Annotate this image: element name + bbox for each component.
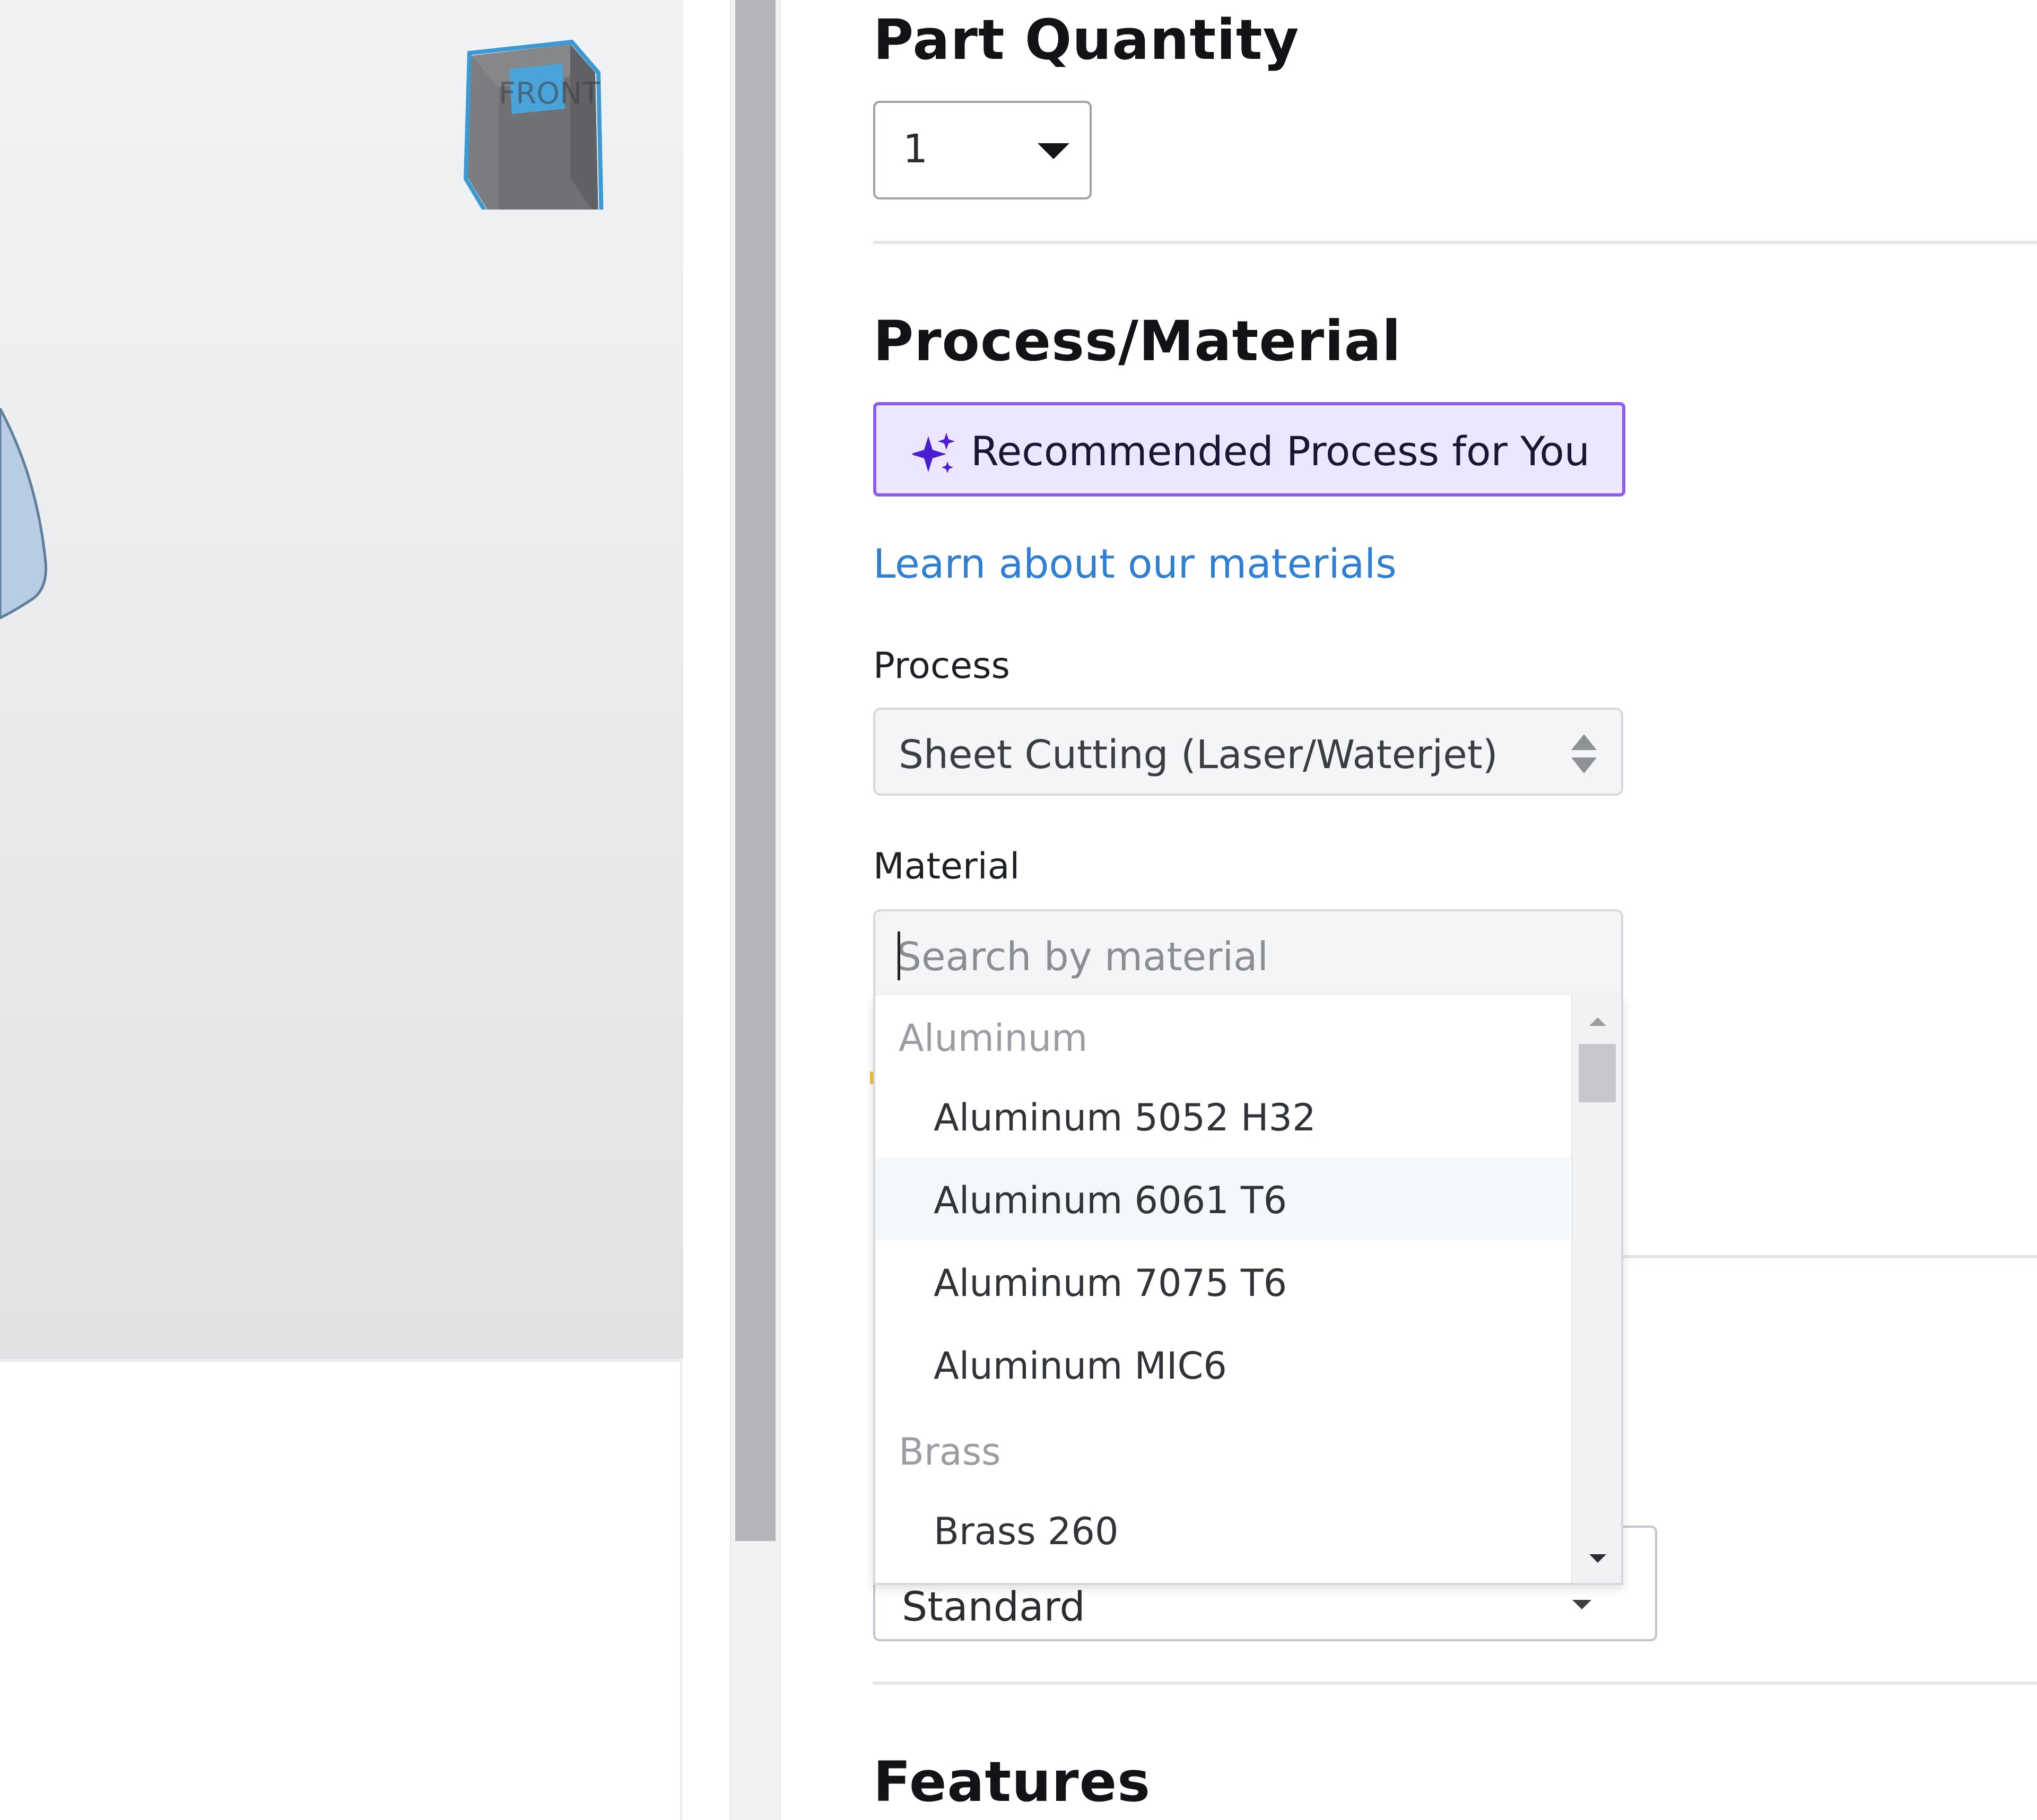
text-cursor (898, 931, 900, 980)
recommended-process-button[interactable]: Recommended Process for You (873, 402, 1625, 497)
scroll-up-arrow-icon[interactable] (1589, 1017, 1606, 1026)
view-cube-face-label: FRONT (499, 76, 600, 111)
dropdown-option[interactable]: Aluminum 5052 H32 (875, 1075, 1570, 1157)
part-quantity-title: Part Quantity (873, 7, 1300, 72)
scroll-down-arrow-icon[interactable] (1589, 1554, 1606, 1563)
dropdown-option-label: Aluminum 5052 H32 (934, 1096, 1316, 1139)
view-cube-icon[interactable]: FRONT (462, 40, 605, 210)
dropdown-option[interactable]: Aluminum 7075 T6 (875, 1240, 1570, 1323)
process-select[interactable]: Sheet Cutting (Laser/Waterjet) (873, 708, 1623, 796)
chevron-down-icon (1572, 1600, 1591, 1609)
dropdown-group-label: Brass (899, 1430, 1001, 1474)
model-viewport[interactable]: FRONT (0, 0, 684, 1359)
recommended-process-label: Recommended Process for You (971, 428, 1590, 475)
dropdown-option[interactable]: Brass 260 (875, 1488, 1570, 1571)
quote-page: FRONT Part Quantity 1 Process/Material R… (0, 0, 2037, 1820)
features-title: Features (873, 1749, 1151, 1814)
dropdown-scrollbar-thumb[interactable] (1579, 1044, 1616, 1102)
material-label: Material (873, 846, 1020, 887)
dropdown-option-label: Aluminum 7075 T6 (934, 1261, 1287, 1305)
material-search-input[interactable] (896, 930, 1586, 983)
dropdown-option-highlighted[interactable]: Aluminum 6061 T6 (875, 1157, 1570, 1240)
dropdown-group-label: Aluminum (899, 1016, 1088, 1060)
material-options-list: Aluminum Aluminum 5052 H32 Aluminum 6061… (875, 995, 1570, 1583)
dropdown-option-label: Brass 260 (934, 1510, 1119, 1553)
section-divider (873, 1682, 2037, 1685)
caret-down-icon (1038, 143, 1069, 159)
finish-select-value: Standard (902, 1583, 1085, 1630)
process-value: Sheet Cutting (Laser/Waterjet) (899, 732, 1498, 778)
material-search-field[interactable] (873, 909, 1623, 997)
quantity-select[interactable]: 1 (873, 101, 1092, 199)
quantity-value: 1 (903, 126, 928, 172)
dropdown-option-label: Aluminum 6061 T6 (934, 1179, 1287, 1222)
process-material-title: Process/Material (873, 309, 1401, 373)
sparkle-icon (912, 433, 955, 473)
process-label: Process (873, 645, 1010, 687)
up-down-arrows-icon (1571, 734, 1597, 773)
dropdown-option-label: Aluminum MIC6 (934, 1344, 1227, 1388)
learn-materials-link[interactable]: Learn about our materials (873, 540, 1397, 587)
dropdown-scrollbar[interactable] (1571, 995, 1621, 1583)
section-divider (1623, 1255, 2037, 1258)
panel-scrollbar-thumb[interactable] (735, 0, 776, 1541)
dropdown-option[interactable]: Aluminum MIC6 (875, 1323, 1570, 1406)
viewport-footer (0, 1359, 682, 1820)
section-divider (873, 241, 2037, 244)
material-dropdown[interactable]: Aluminum Aluminum 5052 H32 Aluminum 6061… (873, 995, 1623, 1585)
